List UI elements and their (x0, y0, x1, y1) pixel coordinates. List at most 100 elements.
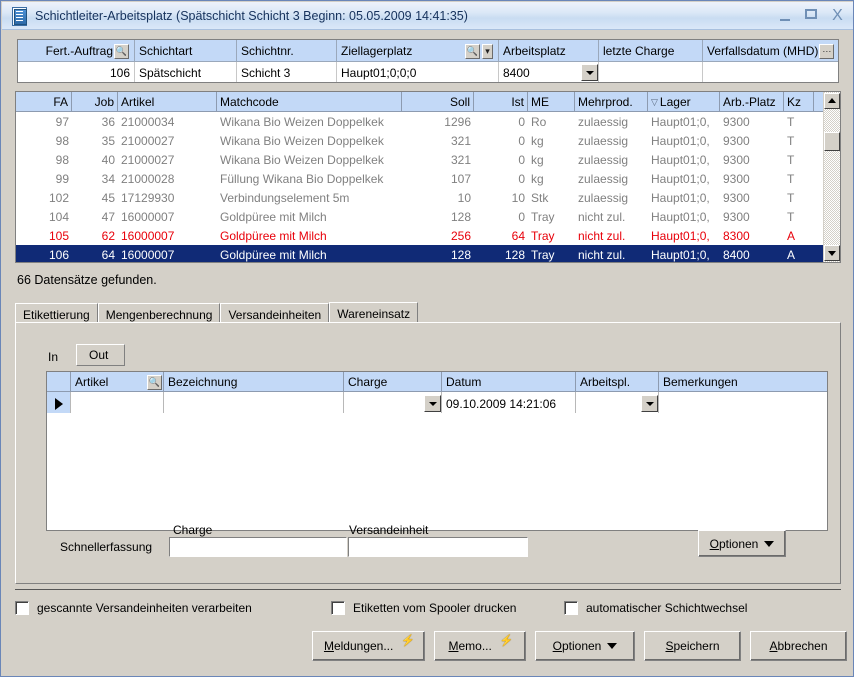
table-row[interactable]: 984021000027Wikana Bio Weizen Doppelkek3… (16, 150, 840, 169)
memo-button[interactable]: Memo... ⚡ (434, 631, 526, 661)
table-row[interactable]: 1044716000007Goldpüree mit Milch1280Tray… (16, 207, 840, 226)
ig-col-artikel-text: Artikel (75, 375, 146, 389)
wareneinsatz-entry-row: 09.10.2009 14:21:06 (47, 392, 827, 413)
ig-col-charge[interactable]: Charge (344, 372, 442, 391)
tab-label: Mengenberechnung (106, 308, 213, 322)
scrollbar-thumb[interactable] (824, 132, 840, 151)
grid-col-me[interactable]: ME (528, 92, 575, 111)
checkbox-automatischer-schichtwechsel[interactable]: automatischer Schichtwechsel (564, 601, 747, 615)
checkbox-box[interactable] (15, 601, 29, 615)
cell-fa: 98 (16, 131, 72, 150)
dropdown-arrow-icon[interactable] (641, 395, 658, 412)
abbrechen-button[interactable]: Abbrechen (750, 631, 847, 661)
ig-cell-artikel[interactable] (71, 392, 164, 413)
grid-col-matchcode[interactable]: Matchcode (217, 92, 402, 111)
grid-col-fa[interactable]: FA (16, 92, 72, 111)
tab-mengenberechnung[interactable]: Mengenberechnung (98, 303, 221, 323)
chevron-down-icon[interactable]: ▾ (482, 44, 493, 59)
ellipsis-icon[interactable]: ··· (819, 44, 834, 59)
ig-cell-bezeichnung[interactable] (164, 392, 344, 413)
grid-col-arb-platz[interactable]: Arb.-Platz (720, 92, 784, 111)
cell-me: Stk (528, 188, 575, 207)
minimize-button[interactable] (777, 8, 794, 23)
grid-col-ist[interactable]: Ist (474, 92, 528, 111)
checkbox-gescannte-versandeinheiten[interactable]: gescannte Versandeinheiten verarbeiten (15, 601, 252, 615)
table-row[interactable]: 973621000034Wikana Bio Weizen Doppelkek1… (16, 112, 840, 131)
header-label-arbeitsplatz: Arbeitsplatz (499, 40, 599, 61)
grid-col-kz[interactable]: Kz (784, 92, 814, 111)
ig-cell-datum[interactable]: 09.10.2009 14:21:06 (442, 392, 576, 413)
checkbox-label: automatischer Schichtwechsel (586, 601, 747, 615)
table-row[interactable]: 1024517129930Verbindungselement 5m1010St… (16, 188, 840, 207)
cell-arbplatz: 9300 (720, 207, 784, 226)
tab-wareneinsatz[interactable]: Wareneinsatz (329, 302, 418, 323)
header-label-schichtnr: Schichtnr. (237, 40, 337, 61)
scroll-down-arrow-icon[interactable] (824, 245, 840, 261)
cell-ist: 0 (474, 131, 528, 150)
cell-fa: 98 (16, 150, 72, 169)
grid-col-job[interactable]: Job (72, 92, 118, 111)
grid-vertical-scrollbar[interactable] (823, 92, 840, 262)
cell-artikel: 21000027 (118, 131, 217, 150)
grid-col-soll[interactable]: Soll (402, 92, 474, 111)
cell-ist: 0 (474, 207, 528, 226)
ig-cell-arbeitspl[interactable] (576, 392, 659, 413)
grid-col-mehrprod[interactable]: Mehrprod. (575, 92, 648, 111)
grid-col-artikel[interactable]: Artikel (118, 92, 217, 111)
ig-cell-bemerkungen[interactable] (659, 392, 827, 413)
optionen-button[interactable]: Optionen (535, 631, 635, 661)
main-tab-strip: Etikettierung Mengenberechnung Versandeinh… (15, 302, 841, 323)
dropdown-arrow-icon[interactable] (581, 64, 598, 81)
table-row[interactable]: 993421000028Füllung Wikana Bio Doppelkek… (16, 169, 840, 188)
header-value-schichtnr[interactable]: Schicht 3 (237, 62, 337, 83)
scroll-up-arrow-icon[interactable] (824, 93, 840, 109)
ig-col-arbeitspl[interactable]: Arbeitspl. (576, 372, 659, 391)
ig-col-bemerkungen[interactable]: Bemerkungen (659, 372, 827, 391)
table-row[interactable]: 1056216000007Goldpüree mit Milch25664Tra… (16, 226, 840, 245)
speichern-button[interactable]: Speichern (644, 631, 741, 661)
subtab-in[interactable]: In (36, 348, 70, 366)
table-row[interactable]: 983521000027Wikana Bio Weizen Doppelkek3… (16, 131, 840, 150)
header-value-schichtart[interactable]: Spätschicht (135, 62, 237, 83)
cell-job: 47 (72, 207, 118, 226)
table-row[interactable]: 1066416000007Goldpüree mit Milch128128Tr… (16, 245, 840, 263)
header-value-fert-auftrag[interactable]: 106 (18, 62, 135, 83)
header-value-verfallsdatum[interactable] (703, 62, 838, 83)
ig-col-selector (47, 372, 71, 391)
tab-etikettierung[interactable]: Etikettierung (15, 303, 98, 323)
quick-entry-charge-input[interactable] (169, 537, 347, 557)
dropdown-arrow-icon[interactable] (424, 395, 441, 412)
checkbox-etiketten-spooler[interactable]: Etiketten vom Spooler drucken (331, 601, 516, 615)
cell-job: 64 (72, 245, 118, 263)
magnifier-icon[interactable]: 🔍 (465, 44, 480, 59)
magnifier-icon[interactable]: 🔍 (147, 375, 162, 390)
panel-optionen-label: ptionen (719, 537, 758, 551)
quick-entry-versandeinheit-input[interactable] (348, 537, 528, 557)
magnifier-icon[interactable]: 🔍 (114, 44, 129, 59)
header-value-letzte-charge[interactable] (599, 62, 703, 83)
wareneinsatz-grid: Artikel 🔍 Bezeichnung Charge Datum Arbei… (46, 371, 828, 531)
ig-col-bezeichnung[interactable]: Bezeichnung (164, 372, 344, 391)
tab-versandeinheiten[interactable]: Versandeinheiten (220, 303, 329, 323)
header-value-arbeitsplatz[interactable]: 8400 (499, 62, 599, 83)
grid-col-lager[interactable]: ▽ Lager (648, 92, 720, 111)
window-controls: X (777, 8, 846, 23)
panel-optionen-button[interactable]: Optionen (698, 530, 786, 557)
checkbox-box[interactable] (331, 601, 345, 615)
ig-col-artikel[interactable]: Artikel 🔍 (71, 372, 164, 391)
header-value-ziellagerplatz[interactable]: Haupt01;0;0;0 (337, 62, 499, 83)
optionen-label: ptionen (562, 639, 601, 653)
meldungen-button[interactable]: Meldungen... ⚡ (312, 631, 425, 661)
close-button[interactable]: X (829, 8, 846, 23)
memo-label: emo... (458, 639, 491, 653)
ig-cell-charge[interactable] (344, 392, 442, 413)
cell-kz: T (784, 188, 814, 207)
row-selector-arrow-icon[interactable] (47, 392, 71, 413)
subtab-out[interactable]: Out (76, 344, 125, 366)
maximize-button[interactable] (803, 8, 820, 23)
cell-artikel: 21000028 (118, 169, 217, 188)
ig-col-datum[interactable]: Datum (442, 372, 576, 391)
header-label-verfallsdatum-text: Verfallsdatum (MHD) (707, 44, 818, 58)
checkbox-box[interactable] (564, 601, 578, 615)
cell-soll: 10 (402, 188, 474, 207)
